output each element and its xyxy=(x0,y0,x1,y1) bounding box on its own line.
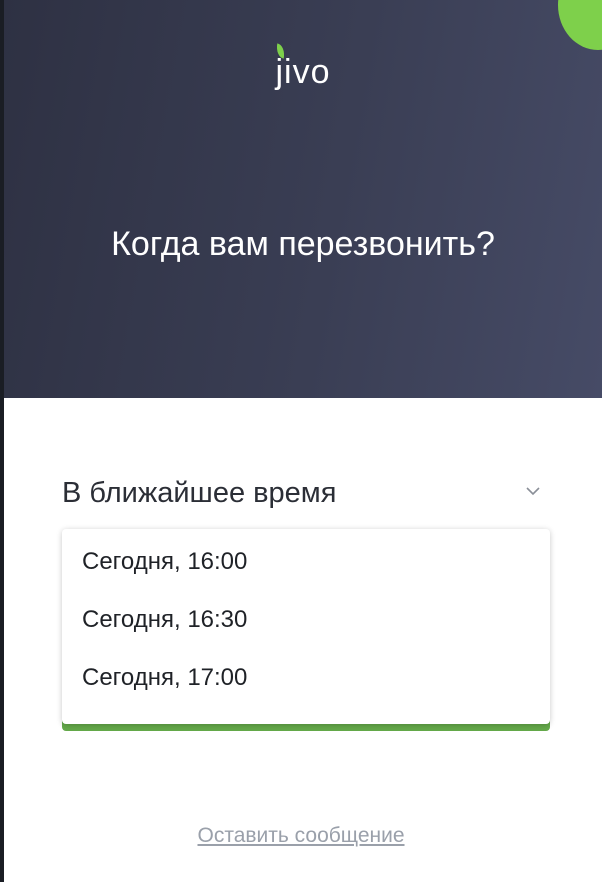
time-option[interactable]: Сегодня, 16:00 xyxy=(62,533,550,590)
logo-text: jivo xyxy=(275,53,331,91)
callback-widget: jivo Когда вам перезвонить? В ближайшее … xyxy=(0,0,602,882)
time-dropdown-menu: Сегодня, 16:00 Сегодня, 16:30 Сегодня, 1… xyxy=(62,529,550,724)
time-option[interactable]: Сегодня, 16:30 xyxy=(62,591,550,648)
page-title: Когда вам перезвонить? xyxy=(111,225,495,263)
corner-leaf-decoration xyxy=(558,0,602,50)
time-select[interactable]: В ближайшее время xyxy=(62,470,552,516)
logo: jivo xyxy=(4,43,602,96)
leave-message-link[interactable]: Оставить сообщение xyxy=(0,822,602,850)
time-select-value: В ближайшее время xyxy=(62,477,337,509)
chevron-down-icon xyxy=(526,487,540,496)
time-option[interactable]: Сегодня, 17:00 xyxy=(62,649,550,706)
widget-header: jivo Когда вам перезвонить? xyxy=(4,0,602,398)
